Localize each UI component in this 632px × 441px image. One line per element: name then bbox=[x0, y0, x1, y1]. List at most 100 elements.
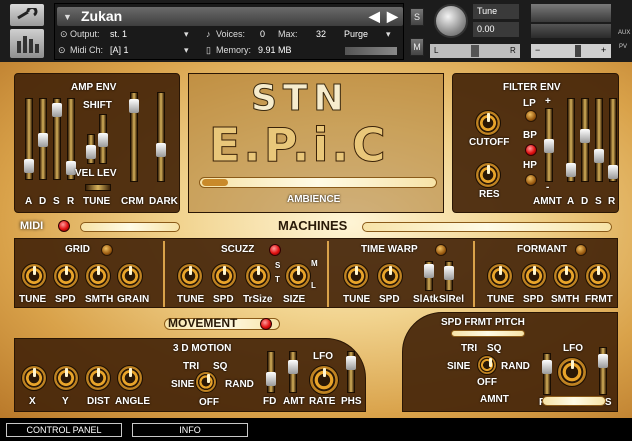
grid-grain-knob[interactable] bbox=[117, 263, 143, 289]
angle-knob[interactable] bbox=[117, 365, 143, 391]
formant-lfo-fd-slider[interactable] bbox=[542, 353, 552, 395]
amp-release-slider[interactable] bbox=[66, 98, 76, 180]
lp-button[interactable] bbox=[525, 110, 537, 122]
motion-rate-knob[interactable] bbox=[309, 365, 339, 395]
formant-lfo-amnt-slider[interactable] bbox=[542, 396, 606, 406]
scuzz-led[interactable] bbox=[269, 244, 281, 256]
slrel-label: SlRel bbox=[439, 294, 465, 305]
formant-spd-knob[interactable] bbox=[521, 263, 547, 289]
bp-button[interactable] bbox=[525, 144, 537, 156]
motion-phs-slider[interactable] bbox=[346, 351, 356, 393]
max-voices-value[interactable]: 32 bbox=[316, 29, 326, 39]
amp-tune-label: TUNE bbox=[83, 196, 111, 207]
tune-knob[interactable] bbox=[434, 4, 468, 38]
formant-tune-knob[interactable] bbox=[487, 263, 513, 289]
time-warp-button[interactable] bbox=[435, 244, 447, 256]
slatk-slider[interactable] bbox=[424, 261, 434, 291]
vel-lev-label: VEL LEV bbox=[75, 168, 117, 179]
res-knob[interactable] bbox=[475, 162, 501, 188]
crm-slider[interactable] bbox=[129, 92, 139, 182]
motion-amt-slider[interactable] bbox=[288, 351, 298, 393]
grid-spd-knob[interactable] bbox=[53, 263, 79, 289]
dark-slider[interactable] bbox=[156, 92, 166, 182]
tri-label: TRI bbox=[183, 361, 200, 372]
scuzz-size-knob[interactable] bbox=[285, 263, 311, 289]
midi-channel-label: Midi Ch: bbox=[70, 45, 104, 55]
shift-label: SHIFT bbox=[83, 100, 112, 111]
filter-amount-slider[interactable] bbox=[544, 108, 554, 182]
hp-button[interactable] bbox=[525, 174, 537, 186]
crm-label: CRM bbox=[121, 196, 144, 207]
tw-tune-knob[interactable] bbox=[343, 263, 369, 289]
output-value[interactable]: st. 1 bbox=[110, 29, 127, 39]
formant-frmt-knob[interactable] bbox=[585, 263, 611, 289]
motion-shape-knob[interactable] bbox=[195, 371, 217, 393]
movement-led[interactable] bbox=[260, 318, 272, 330]
wrench-icon[interactable] bbox=[10, 4, 44, 26]
instrument-name[interactable]: Zukan bbox=[81, 8, 122, 24]
midi-dropdown-icon[interactable]: ▾ bbox=[184, 45, 189, 56]
formant-lfo-phs-slider[interactable] bbox=[598, 347, 608, 395]
volume-handle[interactable] bbox=[575, 45, 581, 57]
minus-label: - bbox=[546, 182, 550, 193]
grid-button[interactable] bbox=[101, 244, 113, 256]
scuzz-trsize-knob[interactable] bbox=[245, 263, 271, 289]
filter-r-label: R bbox=[608, 196, 616, 207]
cutoff-knob[interactable] bbox=[475, 110, 501, 136]
divider bbox=[163, 241, 165, 307]
motion-fd-slider[interactable] bbox=[266, 351, 276, 393]
amp-sustain-slider[interactable] bbox=[52, 98, 62, 180]
plus-icon: + bbox=[601, 45, 607, 55]
mute-button[interactable]: M bbox=[410, 38, 424, 56]
filter-sustain-slider[interactable] bbox=[594, 98, 604, 182]
shift-fine-slider[interactable] bbox=[86, 134, 96, 164]
formant-frmt-label: FRMT bbox=[585, 294, 613, 305]
midi-led[interactable] bbox=[58, 220, 70, 232]
lfo-target-slider[interactable] bbox=[451, 330, 525, 337]
formant-lfo-rate-knob[interactable] bbox=[557, 357, 587, 387]
grid-smth-knob[interactable] bbox=[85, 263, 111, 289]
filter-attack-slider[interactable] bbox=[566, 98, 576, 182]
amp-decay-slider[interactable] bbox=[38, 98, 48, 180]
tab-info[interactable]: INFO bbox=[132, 423, 248, 437]
tune-slider[interactable] bbox=[85, 184, 111, 191]
scuzz-spd-knob[interactable] bbox=[211, 263, 237, 289]
filter-env-title: FILTER ENV bbox=[503, 82, 561, 93]
y-knob[interactable] bbox=[53, 365, 79, 391]
scuzz-tune-knob[interactable] bbox=[177, 263, 203, 289]
purge-menu[interactable]: Purge bbox=[344, 29, 368, 39]
r-sq-label: SQ bbox=[487, 343, 502, 354]
pan-handle[interactable] bbox=[471, 45, 479, 57]
instrument-header: ▼ Zukan ◀ ▶ ⊙ Output: st. 1 ▾ ♪ Voices: … bbox=[0, 0, 632, 62]
dist-knob[interactable] bbox=[85, 365, 111, 391]
instrument-icon[interactable] bbox=[10, 29, 44, 58]
formant-smth-knob[interactable] bbox=[553, 263, 579, 289]
grid-tune-knob[interactable] bbox=[21, 263, 47, 289]
prev-arrow-icon[interactable]: ◀ bbox=[369, 8, 380, 25]
filter-release-slider[interactable] bbox=[608, 98, 618, 182]
midi-channel-value[interactable]: [A] 1 bbox=[110, 45, 129, 55]
formant-button[interactable] bbox=[575, 244, 587, 256]
filter-decay-slider[interactable] bbox=[580, 98, 590, 182]
tune-value[interactable]: 0.00 bbox=[473, 22, 519, 37]
amp-attack-slider[interactable] bbox=[24, 98, 34, 180]
collapse-triangle-icon[interactable]: ▼ bbox=[63, 12, 72, 22]
ambience-slider[interactable] bbox=[199, 177, 437, 188]
next-arrow-icon[interactable]: ▶ bbox=[387, 8, 398, 25]
formant-lfo-shape-knob[interactable] bbox=[477, 355, 497, 375]
volume-slider[interactable]: − + bbox=[531, 44, 611, 58]
instrument-name-bar[interactable]: ▼ Zukan ◀ ▶ bbox=[57, 7, 403, 26]
dropdown-arrow-icon[interactable]: ▾ bbox=[184, 29, 189, 40]
ambience-handle[interactable] bbox=[202, 179, 228, 186]
pan-slider[interactable]: L R bbox=[430, 44, 520, 58]
grid-tune-label: TUNE bbox=[19, 294, 47, 305]
purge-dropdown-icon[interactable]: ▾ bbox=[386, 29, 391, 40]
scuzz-size-label: SIZE bbox=[283, 294, 306, 305]
solo-button[interactable]: S bbox=[410, 8, 424, 26]
shift-slider[interactable] bbox=[98, 114, 108, 164]
x-knob[interactable] bbox=[21, 365, 47, 391]
scuzz-m-label: M bbox=[311, 259, 318, 268]
tw-spd-knob[interactable] bbox=[377, 263, 403, 289]
slrel-slider[interactable] bbox=[444, 261, 454, 291]
tab-control-panel[interactable]: CONTROL PANEL bbox=[6, 423, 122, 437]
